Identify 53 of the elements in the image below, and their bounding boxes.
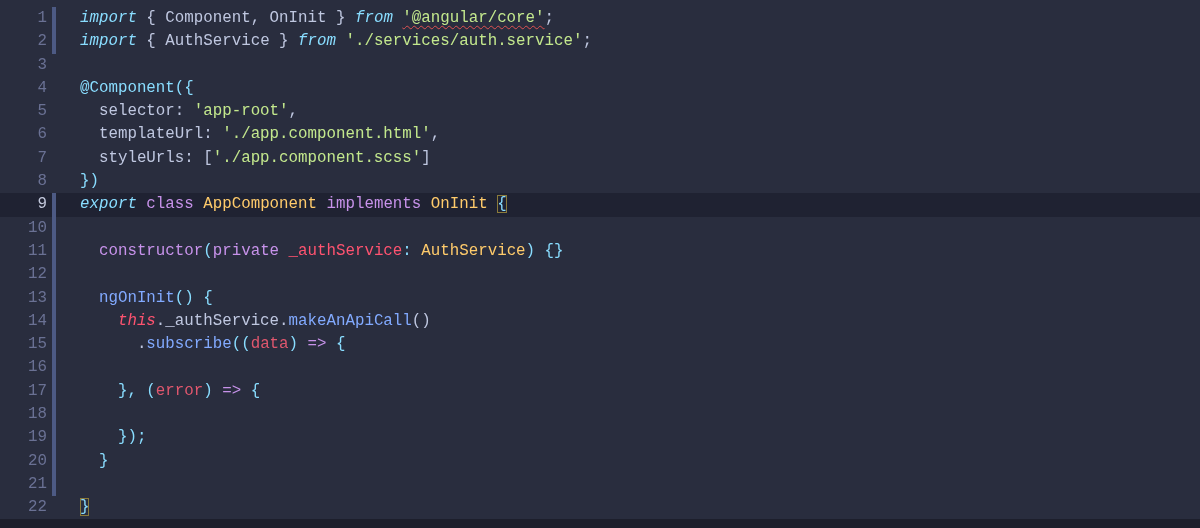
code-line: import { Component, OnInit } from '@angular/core'; (80, 9, 555, 27)
code-line: this._authService.makeAnApiCall() (116, 311, 431, 330)
code-line: }); (116, 428, 147, 447)
line-number: 3 (36, 54, 47, 76)
line-number: 20 (27, 450, 47, 472)
change-marker[interactable] (52, 379, 56, 404)
line-number: 17 (27, 380, 47, 402)
code-line: }) (80, 172, 99, 191)
line-number: 14 (27, 310, 47, 332)
change-marker[interactable] (52, 356, 56, 380)
change-marker[interactable] (52, 472, 56, 497)
line-number: 4 (36, 77, 47, 99)
line-number: 1 (36, 8, 47, 29)
change-marker[interactable] (52, 216, 56, 240)
change-marker[interactable] (52, 263, 56, 287)
line-number: 2 (36, 31, 47, 53)
change-marker[interactable] (52, 286, 56, 310)
code-line: constructor(private _authService: AuthService) {} (97, 241, 564, 260)
line-number: 16 (27, 357, 47, 379)
line-number: 19 (27, 427, 47, 449)
change-marker[interactable] (52, 309, 56, 334)
code-line: @Component({ (80, 78, 194, 97)
code-line: import { AuthService } from './services/auth.service'; (80, 32, 592, 51)
change-marker[interactable] (52, 7, 56, 31)
line-number: 22 (27, 497, 47, 519)
code-line: export class AppComponent implements OnInit { (80, 195, 507, 214)
change-marker[interactable] (52, 193, 56, 217)
line-number: 15 (27, 334, 47, 356)
line-number: 12 (27, 264, 47, 286)
change-marker[interactable] (52, 426, 56, 450)
line-number: 18 (27, 404, 47, 426)
line-number: 21 (27, 473, 47, 495)
line-number: 11 (27, 240, 47, 262)
line-number: 9 (36, 194, 47, 216)
change-marker[interactable] (52, 239, 56, 264)
change-marker[interactable] (52, 333, 56, 357)
code-line: } (97, 451, 109, 470)
code-line: }, (error) => { (116, 381, 261, 400)
code-line: } (80, 498, 90, 517)
change-marker[interactable] (52, 30, 56, 54)
line-number: 10 (27, 217, 47, 239)
code-line: templateUrl: './app.component.html', (97, 125, 441, 144)
line-number: 8 (36, 171, 47, 193)
line-number: 6 (36, 124, 47, 146)
line-number: 7 (36, 147, 47, 169)
change-marker[interactable] (52, 403, 56, 427)
code-line: ngOnInit() { (97, 288, 213, 307)
change-marker[interactable] (52, 449, 56, 473)
code-line: .subscribe((data) => { (135, 335, 346, 354)
code-line: styleUrls: ['./app.component.scss'] (97, 148, 431, 167)
line-number: 5 (36, 101, 47, 123)
code-line: selector: 'app-root', (97, 102, 299, 121)
line-number: 13 (27, 287, 47, 309)
